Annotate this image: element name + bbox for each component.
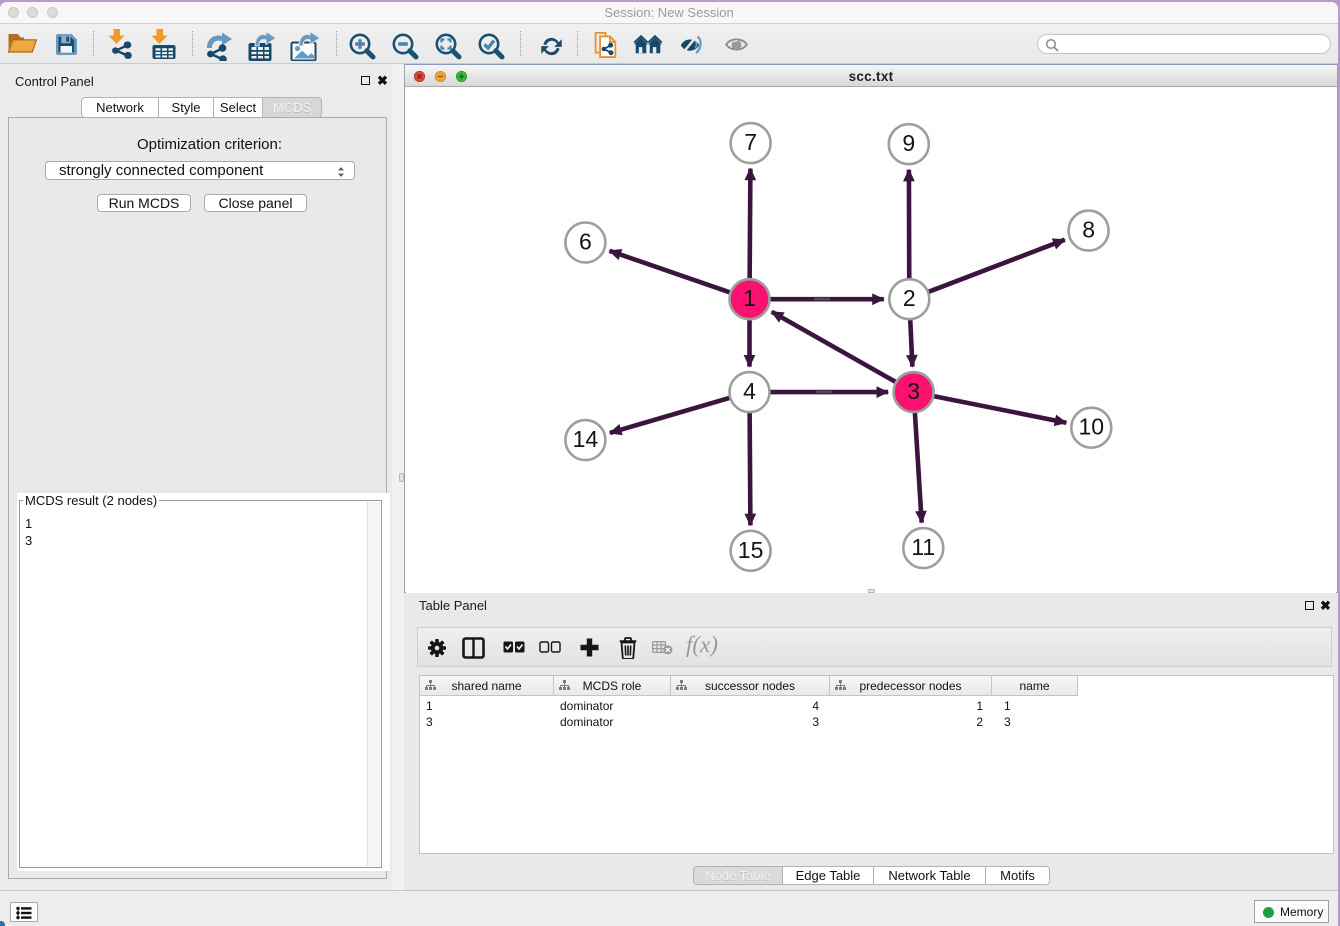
svg-text:1: 1 bbox=[743, 285, 756, 311]
svg-text:8: 8 bbox=[1082, 217, 1095, 243]
svg-text:3: 3 bbox=[907, 378, 920, 404]
svg-text:7: 7 bbox=[744, 129, 757, 155]
svg-text:15: 15 bbox=[738, 537, 764, 563]
svg-text:10: 10 bbox=[1079, 414, 1105, 440]
svg-text:4: 4 bbox=[743, 378, 756, 404]
svg-text:6: 6 bbox=[579, 229, 592, 255]
svg-text:2: 2 bbox=[903, 285, 916, 311]
svg-text:14: 14 bbox=[573, 426, 599, 452]
svg-text:9: 9 bbox=[902, 130, 915, 156]
svg-text:11: 11 bbox=[911, 534, 935, 560]
